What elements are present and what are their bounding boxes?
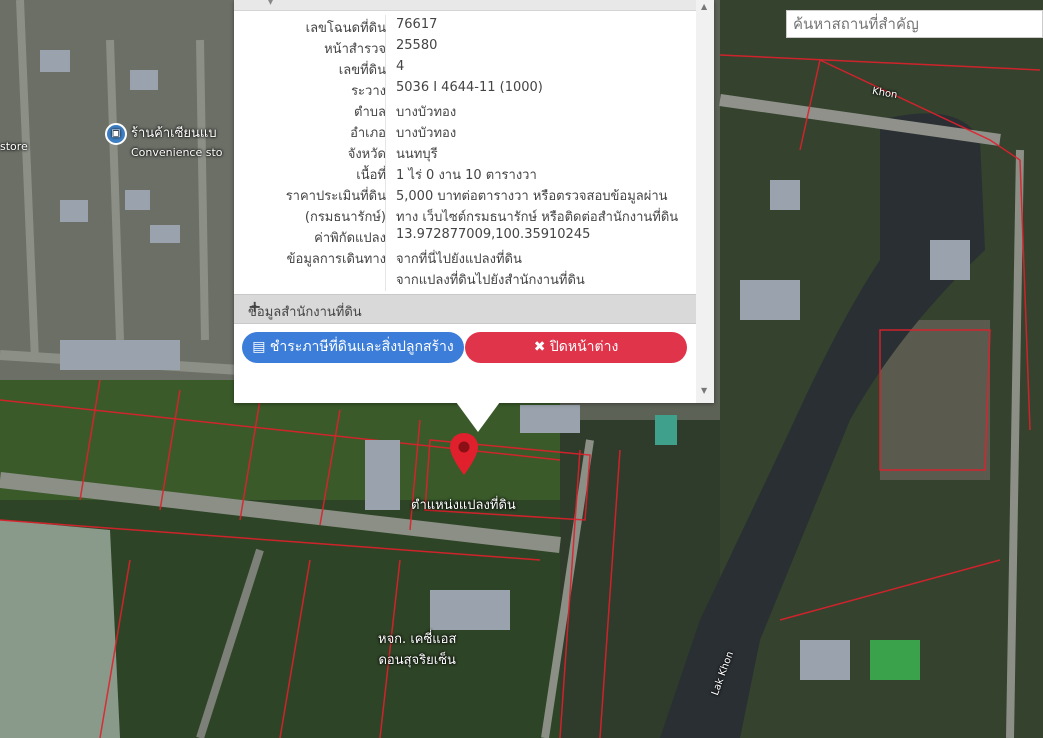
row-value: 76617: [396, 17, 438, 32]
row-label: ราคาประเมินที่ดิน: [285, 189, 386, 204]
row-value: 5036 I 4644-11 (1000): [396, 80, 543, 95]
chevron-icon: ▾: [268, 0, 274, 8]
info-row-district: อำเภอ บางบัวทอง: [234, 120, 696, 141]
poi-label: store: [0, 140, 28, 153]
pin-label: ตำแหน่งแปลงที่ดิน: [411, 498, 516, 513]
row-label: ค่าพิกัดแปลง: [314, 231, 386, 246]
poi-company[interactable]: หจก. เคซี่แอส ดอนสุจริยเซ็น: [378, 628, 456, 670]
shop-icon: ▣: [105, 122, 127, 145]
poi-label: หจก. เคซี่แอส: [378, 632, 457, 647]
parcel-info-popup: ▾ เลขโฉนดที่ดิน 76617 หน้าสำรวจ 25580 เลขท…: [234, 0, 714, 403]
info-row-appraisal-price: ราคาประเมินที่ดิน 5,000 บาทต่อตารางวา หรื…: [234, 183, 696, 204]
button-label: ปิดหน้าต่าง: [549, 339, 619, 355]
info-row-province: จังหวัด นนทบุรี: [234, 141, 696, 162]
info-row-deed-number: เลขโฉนดที่ดิน 76617: [234, 15, 696, 36]
popup-scrollbar[interactable]: ▲ ▼: [696, 0, 714, 403]
info-row-coordinates: ค่าพิกัดแปลง 13.972877009,100.35910245: [234, 225, 696, 246]
popup-pointer: [456, 402, 500, 432]
list-icon: ▤: [252, 339, 270, 355]
treasury-link[interactable]: ทาง เว็บไซต์กรมธนารักษ์ หรือติดต่อสำนักง…: [396, 206, 678, 227]
row-label: เลขโฉนดที่ดิน: [305, 21, 386, 36]
row-label: อำเภอ: [350, 126, 386, 141]
popup-header-bar: ▾: [234, 0, 696, 11]
land-office-section-toggle[interactable]: ข้อมูลสำนักงานที่ดิน +: [234, 294, 696, 324]
poi-label: ร้านค้าเซียนแบ: [131, 126, 217, 141]
row-label: ระวาง: [351, 84, 386, 99]
pay-land-tax-button[interactable]: ▤ ชำระภาษีที่ดินและสิ่งปลูกสร้าง: [242, 332, 464, 363]
row-value: บางบัวทอง: [396, 105, 457, 120]
close-icon: ✖: [533, 339, 550, 355]
plus-icon: +: [248, 297, 262, 316]
poi-sublabel: Convenience sto: [131, 145, 223, 159]
scroll-down-icon[interactable]: ▼: [701, 386, 707, 395]
info-row-directions-office: จากแปลงที่ดินไปยังสำนักงานที่ดิน: [234, 267, 696, 288]
info-row-land-number: เลขที่ดิน 4: [234, 57, 696, 78]
row-label: (กรมธนารักษ์): [304, 210, 386, 225]
poi-store-left[interactable]: store: [0, 140, 28, 153]
button-label: ชำระภาษีที่ดินและสิ่งปลูกสร้าง: [269, 339, 454, 355]
row-value: นนทบุรี: [396, 147, 438, 162]
row-label: จังหวัด: [347, 147, 386, 162]
row-value: บางบัวทอง: [396, 126, 457, 141]
close-window-button[interactable]: ✖ ปิดหน้าต่าง: [465, 332, 687, 363]
row-value: 25580: [396, 38, 438, 53]
row-label: ข้อมูลการเดินทาง: [286, 252, 386, 267]
row-label: ตำบล: [354, 105, 386, 120]
poi-convenience-store[interactable]: ▣ ร้านค้าเซียนแบ Convenience sto: [105, 122, 223, 160]
info-row-map-sheet: ระวาง 5036 I 4644-11 (1000): [234, 78, 696, 99]
directions-to-office-link[interactable]: จากแปลงที่ดินไปยังสำนักงานที่ดิน: [396, 269, 585, 290]
row-value: 13.972877009,100.35910245: [396, 227, 591, 242]
info-row-directions: ข้อมูลการเดินทาง จากที่นี่ไปยังแปลงที่ดิน: [234, 246, 696, 267]
row-label: เลขที่ดิน: [338, 63, 386, 78]
directions-to-parcel-link[interactable]: จากที่นี่ไปยังแปลงที่ดิน: [396, 248, 522, 269]
info-row-subdistrict: ตำบล บางบัวทอง: [234, 99, 696, 120]
row-value: 1 ไร่ 0 งาน 10 ตารางวา: [396, 168, 537, 183]
info-row-area: เนื้อที่ 1 ไร่ 0 งาน 10 ตารางวา: [234, 162, 696, 183]
poi-sublabel: ดอนสุจริยเซ็น: [378, 653, 456, 668]
row-value: 5,000 บาทต่อตารางวา หรือตรวจสอบข้อมูลผ่า…: [396, 189, 668, 204]
scroll-up-icon[interactable]: ▲: [701, 2, 707, 11]
row-value: 4: [396, 59, 405, 74]
info-row-survey-page: หน้าสำรวจ 25580: [234, 36, 696, 57]
row-label: เนื้อที่: [356, 168, 386, 183]
info-row-treasury: (กรมธนารักษ์) ทาง เว็บไซต์กรมธนารักษ์ หรื…: [234, 204, 696, 225]
search-input[interactable]: [786, 10, 1043, 38]
parcel-info-table: เลขโฉนดที่ดิน 76617 หน้าสำรวจ 25580 เลขที่…: [234, 15, 696, 291]
row-label: หน้าสำรวจ: [324, 42, 386, 57]
